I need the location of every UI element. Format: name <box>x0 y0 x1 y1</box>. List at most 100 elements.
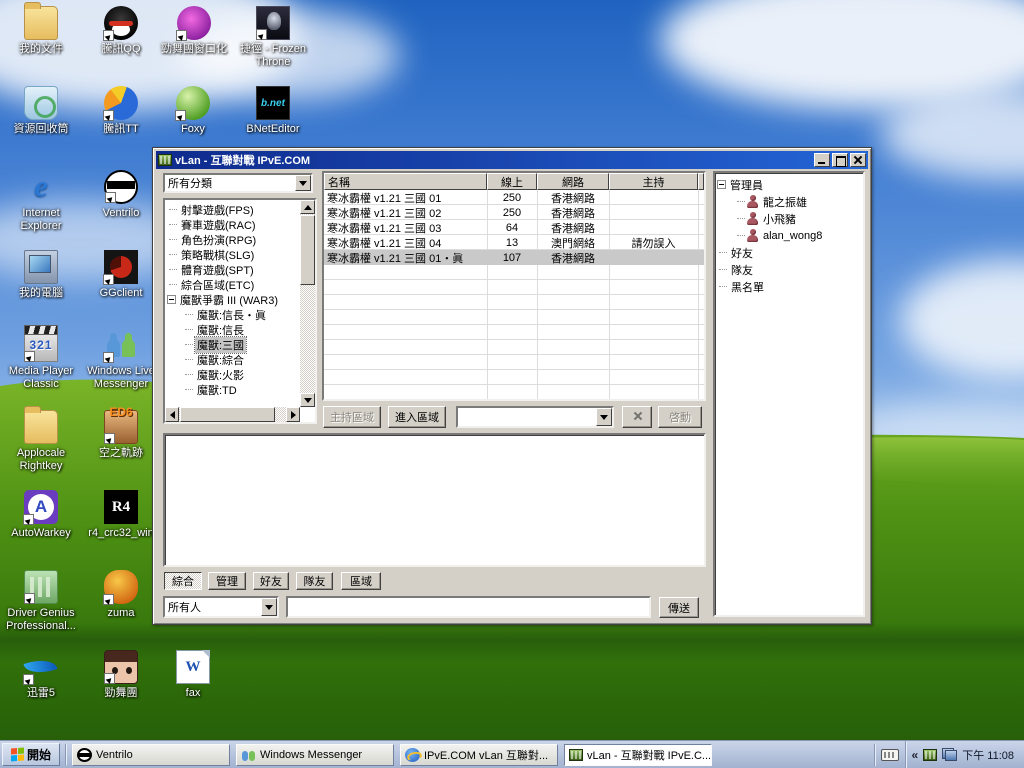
input-method-segment[interactable] <box>874 744 905 766</box>
network-tray-icon[interactable] <box>942 748 957 761</box>
tab-teammates[interactable]: 隊友 <box>296 572 333 590</box>
tab-admin[interactable]: 管理 <box>208 572 246 590</box>
desktop-icon-zuma[interactable]: zuma <box>84 570 158 620</box>
desktop-icon-r4-crc32[interactable]: R4 r4_crc32_win <box>84 490 158 540</box>
desktop-icon-audition[interactable]: 勁舞團 <box>84 650 158 700</box>
category-item[interactable]: 射擊遊戲(FPS) <box>167 202 300 217</box>
desktop-icon-bneteditor[interactable]: b.net BNetEditor <box>236 86 310 136</box>
column-header-host[interactable]: 主持 <box>609 173 698 190</box>
arrow-right-icon <box>291 411 300 419</box>
user-group-teammates[interactable]: 隊友 <box>717 261 861 278</box>
user-item[interactable]: 龍之振雄 <box>717 193 861 210</box>
cancel-button[interactable] <box>622 406 652 428</box>
scroll-left-button[interactable] <box>165 407 179 422</box>
desktop-icon-audition-windowed[interactable]: 勁舞團窗口化 <box>154 6 234 56</box>
maximize-icon[interactable] <box>832 153 848 167</box>
category-item[interactable]: 體育遊戲(SPT) <box>167 262 300 277</box>
send-button[interactable]: 傳送 <box>659 597 699 618</box>
horizontal-scrollbar[interactable] <box>165 407 300 422</box>
user-group-admins[interactable]: 管理員 <box>717 176 861 193</box>
frozen-throne-icon <box>256 6 290 40</box>
desktop-icon-frozen-throne[interactable]: 捷徑 - Frozen Throne <box>236 6 310 69</box>
dropdown-button[interactable] <box>295 175 311 191</box>
table-row[interactable]: 寒冰霸權 v1.21 三國 0413澳門網絡請勿誤入 <box>324 235 704 250</box>
category-item-selected[interactable]: 魔獸:三國 <box>167 337 300 352</box>
desktop-icon-foxy[interactable]: Foxy <box>156 86 230 136</box>
join-room-button[interactable]: 進入區域 <box>388 406 446 428</box>
room-combobox[interactable] <box>456 406 614 428</box>
message-target-combobox[interactable]: 所有人 <box>163 596 279 618</box>
vertical-scrollbar[interactable] <box>300 200 315 407</box>
desktop-icon-driver-genius[interactable]: Driver Genius Professional... <box>4 570 78 633</box>
table-row[interactable]: 寒冰霸權 v1.21 三國 01250香港網路 <box>324 190 704 205</box>
scroll-thumb[interactable] <box>180 407 275 422</box>
desktop-icon-fax[interactable]: W fax <box>156 650 230 700</box>
category-tree: 射擊遊戲(FPS) 賽車遊戲(RAC) 角色扮演(RPG) 策略戰棋(SLG) … <box>163 198 317 424</box>
column-header-network[interactable]: 網路 <box>537 173 609 190</box>
desktop-icon-ed6-trails[interactable]: ED6 空之軌跡 <box>84 410 158 460</box>
scroll-up-button[interactable] <box>300 200 315 214</box>
scroll-down-button[interactable] <box>300 393 315 407</box>
task-ventrilo[interactable]: Ventrilo <box>72 744 230 766</box>
chat-display[interactable] <box>163 433 706 567</box>
start-button[interactable]: 開始 <box>2 743 60 766</box>
close-icon[interactable] <box>850 153 866 167</box>
tab-region[interactable]: 區域 <box>341 572 381 590</box>
task-vlan-active[interactable]: vLan - 互聯對戰 IPvE.C... <box>564 744 712 766</box>
foxy-icon <box>176 86 210 120</box>
minimize-icon[interactable] <box>814 153 830 167</box>
category-item[interactable]: 策略戰棋(SLG) <box>167 247 300 262</box>
desktop-icon-autowarkey[interactable]: A AutoWarkey <box>4 490 78 540</box>
vlan-tray-icon[interactable] <box>923 749 937 761</box>
tab-general[interactable]: 綜合 <box>164 572 202 590</box>
category-item[interactable]: 魔獸:信長・眞 <box>167 307 300 322</box>
column-header-name[interactable]: 名稱 <box>324 173 487 190</box>
collapse-chevron-icon[interactable]: « <box>912 748 919 762</box>
launch-button[interactable]: 啓動 <box>658 406 702 428</box>
task-windows-messenger[interactable]: Windows Messenger <box>236 744 394 766</box>
desktop-icon-tencent-tt[interactable]: 騰訊TT <box>84 86 158 136</box>
dropdown-button[interactable] <box>596 408 612 426</box>
category-item[interactable]: 綜合區域(ETC) <box>167 277 300 292</box>
desktop-icon-windows-live-messenger[interactable]: Windows Live Messenger <box>84 328 158 391</box>
collapse-icon[interactable] <box>167 295 176 304</box>
desktop-icon-qq[interactable]: 騰訊QQ <box>84 6 158 56</box>
category-item[interactable]: 魔獸:信長 <box>167 322 300 337</box>
category-filter-combobox[interactable]: 所有分類 <box>163 173 313 193</box>
title-bar[interactable]: vLan - 互聯對戰 IPvE.COM <box>156 151 868 169</box>
user-group-friends[interactable]: 好友 <box>717 244 861 261</box>
category-item[interactable]: 魔獸:TD <box>167 382 300 397</box>
desktop-icon-my-computer[interactable]: 我的電腦 <box>4 250 78 300</box>
host-room-button[interactable]: 主持區域 <box>323 406 381 428</box>
user-group-blacklist[interactable]: 黑名單 <box>717 278 861 295</box>
category-item[interactable]: 魔獸:綜合 <box>167 352 300 367</box>
dropdown-button[interactable] <box>261 598 277 616</box>
desktop-icon-applocale-rightkey[interactable]: Applocale Rightkey <box>4 410 78 473</box>
category-item[interactable]: 魔獸:火影 <box>167 367 300 382</box>
desktop-icon-ventrilo[interactable]: Ventrilo <box>84 170 158 220</box>
user-item[interactable]: alan_wong8 <box>717 227 861 244</box>
message-input[interactable] <box>286 596 651 618</box>
task-ipve-browser[interactable]: IPvE.COM vLan 互聯對... <box>400 744 558 766</box>
category-item[interactable]: 角色扮演(RPG) <box>167 232 300 247</box>
collapse-icon[interactable] <box>717 180 726 189</box>
user-item[interactable]: 小飛豬 <box>717 210 861 227</box>
table-row-selected[interactable]: 寒冰霸權 v1.21 三國 01・眞107香港網路 <box>324 250 704 265</box>
tab-friends[interactable]: 好友 <box>253 572 289 590</box>
scroll-right-button[interactable] <box>286 407 300 422</box>
desktop-icon-ggclient[interactable]: GGclient <box>84 250 158 300</box>
desktop-icon-recycle-bin[interactable]: 資源回收筒 <box>4 86 78 136</box>
column-header-online[interactable]: 線上 <box>487 173 537 190</box>
column-header-stub <box>698 173 704 190</box>
table-row[interactable]: 寒冰霸權 v1.21 三國 02250香港網路 <box>324 205 704 220</box>
category-item[interactable]: 賽車遊戲(RAC) <box>167 217 300 232</box>
desktop-icon-internet-explorer[interactable]: e Internet Explorer <box>4 170 78 233</box>
category-item-war3[interactable]: 魔獸爭霸 III (WAR3) <box>167 292 300 307</box>
table-row[interactable]: 寒冰霸權 v1.21 三國 0364香港網路 <box>324 220 704 235</box>
desktop-icon-thunder5[interactable]: 迅雷5 <box>4 650 78 700</box>
clapperboard-icon: 321 <box>24 328 58 362</box>
desktop-icon-media-player-classic[interactable]: 321 Media Player Classic <box>4 328 78 391</box>
scroll-thumb[interactable] <box>300 215 315 285</box>
desktop-icon-my-documents[interactable]: 我的文件 <box>4 6 78 56</box>
taskbar: 開始 Ventrilo Windows Messenger IPvE.COM v… <box>0 740 1024 768</box>
